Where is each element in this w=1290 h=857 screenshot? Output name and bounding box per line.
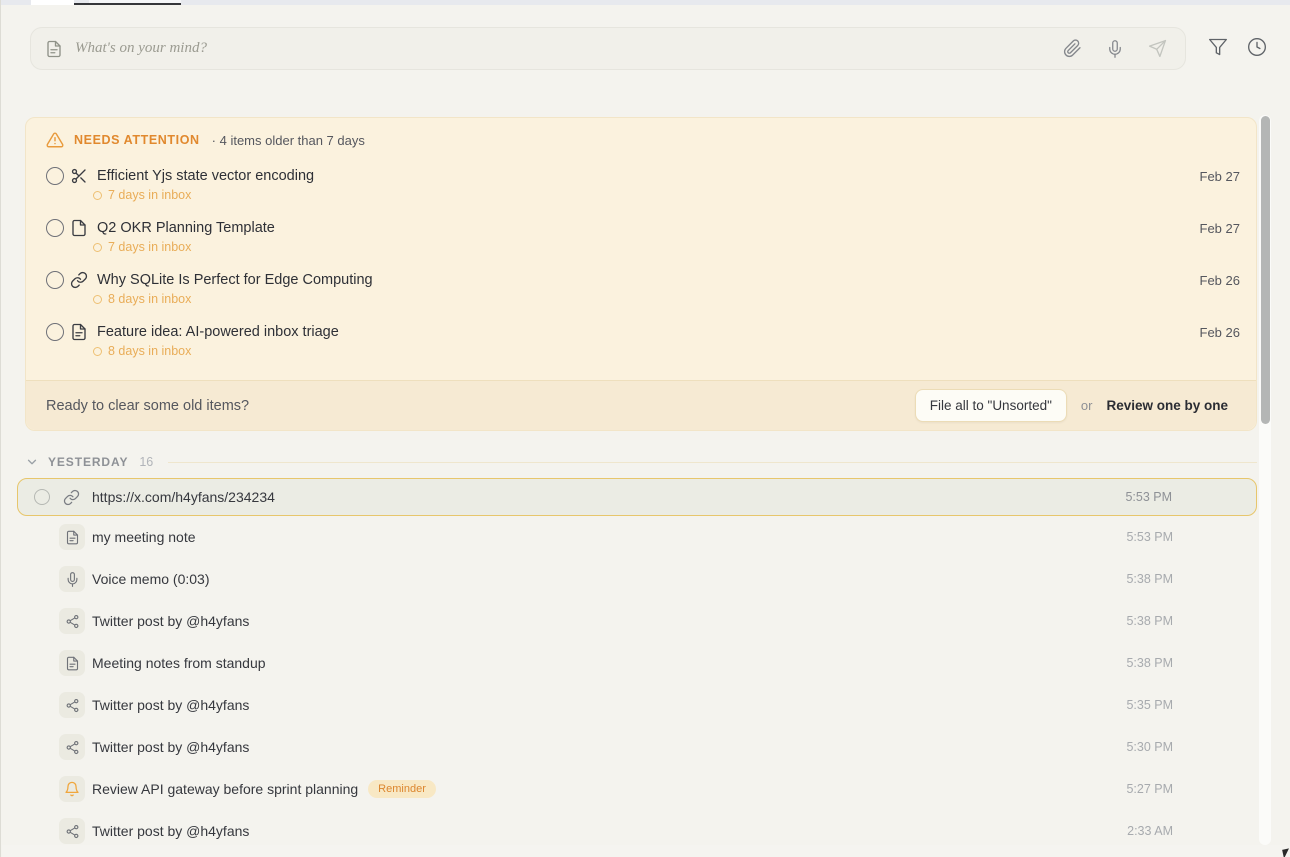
microphone-icon [59, 566, 85, 592]
item-time: 5:38 PM [1126, 656, 1173, 670]
age-clock-icon [93, 295, 102, 304]
needs-attention-panel: NEEDS ATTENTION · 4 items older than 7 d… [25, 117, 1257, 431]
item-time: 5:35 PM [1126, 698, 1173, 712]
list-item[interactable]: Voice memo (0:03) 5:38 PM [17, 558, 1257, 600]
composer-input[interactable] [75, 40, 1063, 57]
reminder-badge: Reminder [368, 780, 436, 798]
item-title: Why SQLite Is Perfect for Edge Computing [97, 272, 373, 288]
share-icon [59, 608, 85, 634]
list-item[interactable]: Meeting notes from standup 5:38 PM [17, 642, 1257, 684]
item-title: https://x.com/h4yfans/234234 [92, 489, 275, 505]
browser-tab-fragment [31, 0, 74, 5]
share-icon [59, 734, 85, 760]
note-icon [59, 524, 85, 550]
share-icon [59, 692, 85, 718]
item-time: 5:38 PM [1126, 572, 1173, 586]
age-clock-icon [93, 347, 102, 356]
item-date: Feb 27 [1200, 169, 1240, 184]
paperclip-icon[interactable] [1063, 39, 1082, 58]
scrollbar-track[interactable] [1259, 115, 1271, 845]
microphone-icon[interactable] [1106, 40, 1124, 58]
warning-icon [46, 131, 64, 149]
age-clock-icon [93, 191, 102, 200]
note-icon [59, 650, 85, 676]
viewport-clip-edge [2, 845, 1290, 857]
item-age: 8 days in inbox [108, 344, 191, 358]
item-checkbox[interactable] [46, 167, 64, 185]
item-time: 5:30 PM [1126, 740, 1173, 754]
file-icon [70, 219, 88, 237]
review-one-by-one-button[interactable]: Review one by one [1106, 398, 1228, 413]
filter-icon[interactable] [1208, 37, 1228, 57]
item-checkbox[interactable] [34, 489, 50, 505]
clock-icon[interactable] [1247, 37, 1267, 57]
item-title: Review API gateway before sprint plannin… [92, 781, 358, 797]
note-icon [45, 40, 63, 58]
item-title: Voice memo (0:03) [92, 571, 210, 587]
yesterday-section-header: YESTERDAY 16 [25, 451, 1257, 473]
section-count: 16 [139, 455, 153, 469]
item-title: Twitter post by @h4yfans [92, 739, 249, 755]
item-date: Feb 27 [1200, 221, 1240, 236]
attention-item[interactable]: Feature idea: AI-powered inbox triage Fe… [26, 316, 1256, 368]
item-time: 5:27 PM [1126, 782, 1173, 796]
item-age: 7 days in inbox [108, 188, 191, 202]
bell-icon [59, 776, 85, 802]
item-age: 8 days in inbox [108, 292, 191, 306]
composer-bar [30, 27, 1186, 70]
document-icon [70, 323, 88, 341]
item-title: Twitter post by @h4yfans [92, 823, 249, 839]
item-checkbox[interactable] [46, 219, 64, 237]
list-item[interactable]: Twitter post by @h4yfans 5:30 PM [17, 726, 1257, 768]
list-item[interactable]: Twitter post by @h4yfans 5:38 PM [17, 600, 1257, 642]
share-icon [59, 818, 85, 844]
list-item[interactable]: Review API gateway before sprint plannin… [17, 768, 1257, 810]
item-title: Efficient Yjs state vector encoding [97, 168, 314, 184]
item-title: Twitter post by @h4yfans [92, 613, 249, 629]
yesterday-list: https://x.com/h4yfans/234234 5:53 PM my … [17, 478, 1257, 852]
link-icon [63, 489, 80, 506]
attention-item[interactable]: Q2 OKR Planning Template Feb 27 7 days i… [26, 212, 1256, 264]
item-time: 5:53 PM [1125, 490, 1172, 504]
item-date: Feb 26 [1200, 273, 1240, 288]
item-time: 5:38 PM [1126, 614, 1173, 628]
needs-attention-meta: · 4 items older than 7 days [212, 133, 365, 148]
cursor-artifact [1282, 848, 1290, 857]
item-checkbox[interactable] [46, 323, 64, 341]
section-label: YESTERDAY [48, 455, 128, 469]
needs-attention-header: NEEDS ATTENTION · 4 items older than 7 d… [26, 118, 1256, 160]
browser-tab-underline [74, 3, 181, 5]
scrollbar-thumb[interactable] [1261, 116, 1270, 424]
file-all-button[interactable]: File all to "Unsorted" [915, 389, 1067, 422]
inbox-app: NEEDS ATTENTION · 4 items older than 7 d… [0, 0, 1290, 857]
item-time: 2:33 AM [1127, 824, 1173, 838]
send-icon[interactable] [1148, 39, 1167, 58]
item-title: Meeting notes from standup [92, 655, 266, 671]
item-title: Twitter post by @h4yfans [92, 697, 249, 713]
chevron-down-icon[interactable] [25, 455, 39, 469]
footer-prompt: Ready to clear some old items? [46, 398, 249, 414]
item-title: Q2 OKR Planning Template [97, 220, 275, 236]
attention-item[interactable]: Efficient Yjs state vector encoding Feb … [26, 160, 1256, 212]
list-item[interactable]: Twitter post by @h4yfans 5:35 PM [17, 684, 1257, 726]
list-item-selected[interactable]: https://x.com/h4yfans/234234 5:53 PM [17, 478, 1257, 516]
scissors-icon [70, 167, 88, 185]
list-item[interactable]: my meeting note 5:53 PM [17, 516, 1257, 558]
or-label: or [1081, 398, 1093, 413]
item-checkbox[interactable] [46, 271, 64, 289]
item-time: 5:53 PM [1126, 530, 1173, 544]
item-title: my meeting note [92, 529, 196, 545]
needs-attention-title: NEEDS ATTENTION [74, 133, 200, 147]
item-date: Feb 26 [1200, 325, 1240, 340]
attention-item[interactable]: Why SQLite Is Perfect for Edge Computing… [26, 264, 1256, 316]
item-age: 7 days in inbox [108, 240, 191, 254]
attention-footer: Ready to clear some old items? File all … [26, 380, 1256, 430]
browser-edge-strip [1, 0, 1290, 5]
age-clock-icon [93, 243, 102, 252]
link-icon [70, 271, 88, 289]
item-title: Feature idea: AI-powered inbox triage [97, 324, 339, 340]
section-divider [168, 462, 1257, 463]
